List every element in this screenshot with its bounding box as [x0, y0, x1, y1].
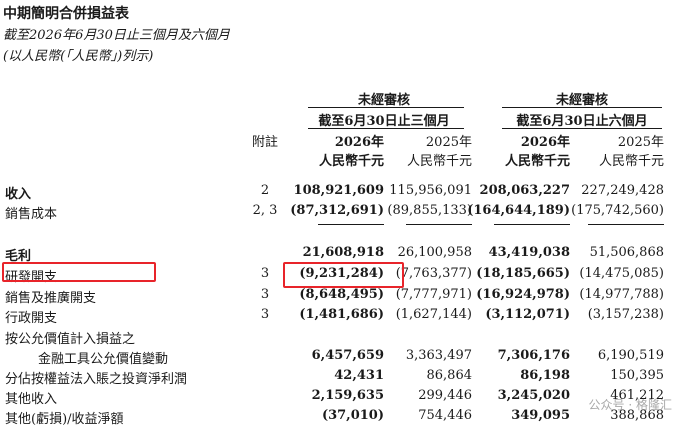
- value-q2025: (7,763,377): [395, 266, 472, 281]
- row-label: 行政開支: [5, 311, 58, 326]
- row-label: 銷售及推廣開支: [5, 291, 97, 306]
- value-h2026: 86,198: [520, 368, 570, 383]
- table-row-other-gains-losses: 其他(虧損)/收益淨額 (37,010) 754,446 349,095 388…: [0, 408, 678, 429]
- subtotal-rule-h2025: [588, 224, 664, 225]
- subtotal-rule-q2025: [406, 224, 472, 225]
- subtotal-rule-h2026: [494, 224, 570, 225]
- value-q2026: 21,608,918: [302, 245, 384, 260]
- value-q2026: 42,431: [334, 368, 384, 383]
- table-row-selling-expenses: 銷售及推廣開支 3 (8,648,495) (7,777,971) (16,92…: [0, 287, 678, 308]
- unit-header-h2026: 人民幣千元: [504, 154, 570, 169]
- table-row-fair-value-changes: 金融工具公允價值變動 6,457,659 3,363,497 7,306,176…: [0, 348, 678, 369]
- subtotal-rule-q2026: [318, 224, 384, 225]
- period-underline-3m: [308, 128, 464, 129]
- table-row-fvtpl-heading: 按公允價值計入損益之: [0, 328, 678, 349]
- value-q2025: 754,446: [418, 408, 472, 423]
- value-q2026: 2,159,635: [311, 388, 384, 403]
- value-h2026: (164,644,189): [467, 203, 570, 218]
- value-q2025: 115,956,091: [389, 183, 472, 198]
- note-column-header: 附註: [251, 135, 279, 150]
- row-label: 銷售成本: [5, 207, 58, 222]
- table-row-revenue: 收入 2 108,921,609 115,956,091 208,063,227…: [0, 183, 678, 204]
- value-q2025: 26,100,958: [397, 245, 472, 260]
- statement-period: 截至2026年6月30日止三個月及六個月: [3, 28, 230, 43]
- value-h2026: 349,095: [511, 408, 570, 423]
- value-q2026: 6,457,659: [311, 348, 384, 363]
- header-underline-6m: [502, 107, 662, 108]
- watermark: 公众号 · 格隆汇: [588, 398, 672, 412]
- value-h2025: (3,157,238): [587, 307, 664, 322]
- highlight-box-rd-value: [283, 262, 404, 288]
- audit-status-6m: 未經審核: [555, 93, 609, 108]
- value-h2025: (14,475,085): [579, 266, 664, 281]
- value-q2025: 3,363,497: [405, 348, 472, 363]
- value-h2026: 208,063,227: [479, 183, 570, 198]
- table-row-admin-expenses: 行政開支 3 (1,481,686) (1,627,144) (3,112,07…: [0, 307, 678, 328]
- row-label: 收入: [5, 187, 32, 202]
- unit-header-q2025: 人民幣千元: [406, 154, 472, 169]
- statement-currency-note: (以人民幣(「人民幣」)列示): [3, 49, 154, 64]
- row-label: 按公允價值計入損益之: [5, 332, 136, 347]
- year-header-q2025: 2025年: [425, 135, 472, 150]
- value-q2026: (37,010): [321, 408, 384, 423]
- value-h2026: (16,924,978): [476, 287, 570, 302]
- value-q2026: 108,921,609: [293, 183, 384, 198]
- row-note: 2: [260, 183, 270, 198]
- highlight-box-rd-label: [2, 262, 156, 282]
- row-note: 3: [260, 287, 270, 302]
- value-q2025: (7,777,971): [395, 287, 472, 302]
- value-q2026: (8,648,495): [299, 287, 384, 302]
- value-q2025: 299,446: [418, 388, 472, 403]
- period-header-3m: 截至6月30日止三個月: [318, 114, 450, 129]
- row-note: 2, 3: [252, 203, 278, 218]
- row-note: 3: [260, 266, 270, 281]
- value-q2026: (1,481,686): [299, 307, 384, 322]
- row-note: 3: [260, 307, 270, 322]
- table-row-other-income: 其他收入 2,159,635 299,446 3,245,020 461,212: [0, 388, 678, 409]
- period-header-6m: 截至6月30日止六個月: [516, 114, 648, 129]
- value-h2025: 150,395: [610, 368, 664, 383]
- statement-title: 中期簡明合併損益表: [3, 6, 129, 22]
- value-h2025: (14,977,788): [579, 287, 664, 302]
- row-label: 金融工具公允價值變動: [38, 352, 169, 367]
- value-h2026: 3,245,020: [497, 388, 570, 403]
- value-q2026: (87,312,691): [290, 203, 384, 218]
- value-h2026: 43,419,038: [488, 245, 570, 260]
- value-h2026: (18,185,665): [476, 266, 570, 281]
- value-q2025: (89,855,133): [387, 203, 472, 218]
- value-h2025: 51,506,868: [589, 245, 664, 260]
- table-row-equity-method-share: 分佔按權益法入賬之投資淨利潤 42,431 86,864 86,198 150,…: [0, 368, 678, 389]
- unit-header-h2025: 人民幣千元: [598, 154, 664, 169]
- year-header-h2026: 2026年: [520, 135, 570, 150]
- value-h2025: (175,742,560): [571, 203, 664, 218]
- value-h2026: 7,306,176: [497, 348, 570, 363]
- unit-header-q2026: 人民幣千元: [318, 154, 384, 169]
- value-h2025: 227,249,428: [581, 183, 664, 198]
- period-underline-6m: [502, 128, 662, 129]
- row-label: 分佔按權益法入賬之投資淨利潤: [5, 372, 188, 387]
- value-q2025: 86,864: [426, 368, 473, 383]
- header-underline-3m: [308, 107, 464, 108]
- audit-status-3m: 未經審核: [357, 93, 411, 108]
- row-label: 其他(虧損)/收益淨額: [5, 412, 124, 427]
- table-row-cost-of-sales: 銷售成本 2, 3 (87,312,691) (89,855,133) (164…: [0, 203, 678, 224]
- year-header-q2026: 2026年: [334, 135, 384, 150]
- value-h2026: (3,112,071): [485, 307, 570, 322]
- value-h2025: 6,190,519: [597, 348, 664, 363]
- value-q2025: (1,627,144): [395, 307, 472, 322]
- year-header-h2025: 2025年: [617, 135, 664, 150]
- row-label: 其他收入: [5, 392, 58, 407]
